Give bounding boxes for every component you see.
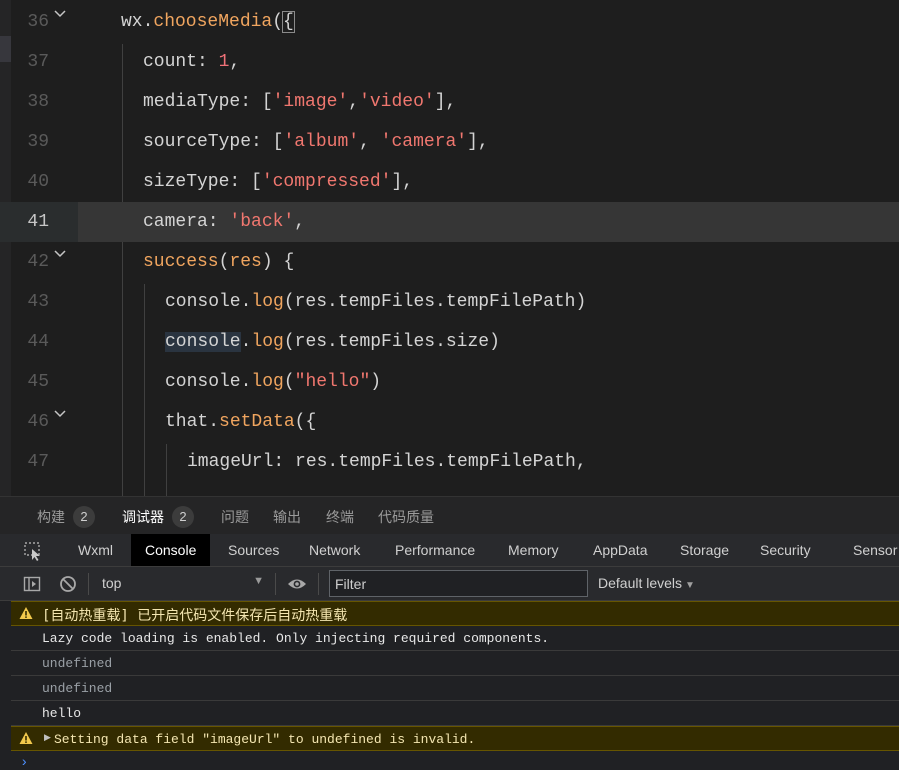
code-line-36[interactable]: 36 wx.chooseMedia({ bbox=[0, 2, 899, 42]
dropdown-caret-icon: ▼ bbox=[253, 575, 264, 587]
fold-chevron-icon[interactable] bbox=[52, 6, 68, 22]
fold-chevron-icon[interactable] bbox=[52, 246, 68, 262]
code-text: mediaType: ['image','video'], bbox=[143, 92, 457, 112]
tab-build[interactable]: 构建 2 bbox=[37, 506, 95, 529]
line-number: 36 bbox=[27, 12, 49, 32]
tab-badge: 2 bbox=[73, 506, 95, 529]
devtools-tab-storage[interactable]: Storage bbox=[666, 534, 743, 566]
code-text: console.log(res.tempFiles.tempFilePath) bbox=[165, 292, 587, 312]
code-line-39[interactable]: 39 sourceType: ['album', 'camera'], bbox=[0, 122, 899, 162]
devtools-tab-bar: Wxml Console Sources Network Performance… bbox=[0, 534, 899, 567]
line-number: 47 bbox=[27, 452, 49, 472]
clear-console-icon[interactable] bbox=[59, 575, 77, 598]
console-warning[interactable]: [自动热重载] 已开启代码文件保存后自动热重载 bbox=[11, 601, 899, 626]
devtools-tab-performance[interactable]: Performance bbox=[381, 534, 489, 566]
devtools-tab-wxml[interactable]: Wxml bbox=[64, 534, 127, 566]
line-number: 39 bbox=[27, 132, 49, 152]
tab-debugger[interactable]: 调试器 2 bbox=[122, 506, 194, 529]
console-warning[interactable]: ▶ Setting data field "imageUrl" to undef… bbox=[11, 726, 899, 751]
line-number: 43 bbox=[27, 292, 49, 312]
tab-output[interactable]: 输出 bbox=[273, 507, 301, 527]
code-text: imageUrl: res.tempFiles.tempFilePath, bbox=[187, 452, 587, 472]
code-text: sourceType: ['album', 'camera'], bbox=[143, 132, 489, 152]
toolbar-divider bbox=[88, 573, 89, 595]
code-line-43[interactable]: 43 console.log(res.tempFiles.tempFilePat… bbox=[0, 282, 899, 322]
eye-icon[interactable] bbox=[287, 576, 307, 597]
code-line-42[interactable]: 42 success(res) { bbox=[0, 242, 899, 282]
code-line-47[interactable]: 47 imageUrl: res.tempFiles.tempFilePath, bbox=[0, 442, 899, 482]
toolbar-divider bbox=[275, 573, 276, 595]
line-number: 46 bbox=[27, 412, 49, 432]
console-log[interactable]: hello bbox=[11, 701, 899, 726]
code-text: success(res) { bbox=[143, 252, 295, 272]
code-line-46[interactable]: 46 that.setData({ bbox=[0, 402, 899, 442]
code-line-40[interactable]: 40 sizeType: ['compressed'], bbox=[0, 162, 899, 202]
devtools-tab-sources[interactable]: Sources bbox=[214, 534, 293, 566]
filter-input[interactable] bbox=[329, 570, 588, 597]
code-text: camera: 'back', bbox=[143, 212, 306, 232]
tab-badge: 2 bbox=[172, 506, 194, 529]
console-log[interactable]: Lazy code loading is enabled. Only injec… bbox=[11, 626, 899, 651]
code-line-38[interactable]: 38 mediaType: ['image','video'], bbox=[0, 82, 899, 122]
inspect-element-icon[interactable] bbox=[20, 540, 44, 562]
warning-icon bbox=[19, 606, 33, 624]
console-result[interactable]: undefined bbox=[11, 651, 899, 676]
code-text: that.setData({ bbox=[165, 412, 317, 432]
tab-problems[interactable]: 问题 bbox=[221, 507, 249, 527]
console-output[interactable]: [自动热重载] 已开启代码文件保存后自动热重载 Lazy code loadin… bbox=[0, 601, 899, 770]
sidebar-toggle-icon[interactable] bbox=[23, 575, 41, 598]
log-levels-dropdown[interactable]: Default levels ▼ bbox=[598, 575, 695, 591]
devtools-tab-sensor[interactable]: Sensor bbox=[839, 534, 899, 566]
context-select[interactable]: top ▼ bbox=[92, 573, 268, 595]
code-text: console.log(res.tempFiles.size) bbox=[165, 332, 500, 352]
devtools-tab-appdata[interactable]: AppData bbox=[579, 534, 661, 566]
code-text: wx.chooseMedia({ bbox=[121, 11, 295, 33]
line-number: 42 bbox=[27, 252, 49, 272]
line-number: 44 bbox=[27, 332, 49, 352]
devtools-tab-console[interactable]: Console bbox=[131, 534, 211, 566]
fold-chevron-icon[interactable] bbox=[52, 406, 68, 422]
code-line-45[interactable]: 45 console.log("hello") bbox=[0, 362, 899, 402]
line-number: 37 bbox=[27, 52, 49, 72]
code-line-44[interactable]: 44 console.log(res.tempFiles.size) bbox=[0, 322, 899, 362]
dropdown-caret-icon: ▼ bbox=[685, 580, 695, 591]
console-toolbar: top ▼ Default levels▼ bbox=[0, 567, 899, 601]
line-number: 45 bbox=[27, 372, 49, 392]
devtools-tab-memory[interactable]: Memory bbox=[494, 534, 573, 566]
console-result[interactable]: undefined bbox=[11, 676, 899, 701]
code-text: count: 1, bbox=[143, 52, 241, 72]
code-line-41-active[interactable]: 41 camera: 'back', bbox=[0, 202, 899, 242]
code-line-37[interactable]: 37 count: 1, bbox=[0, 42, 899, 82]
warning-icon bbox=[19, 731, 33, 749]
devtools-tab-security[interactable]: Security bbox=[746, 534, 825, 566]
line-number: 41 bbox=[27, 212, 49, 232]
devtools-tab-network[interactable]: Network bbox=[295, 534, 374, 566]
tab-code-quality[interactable]: 代码质量 bbox=[378, 507, 434, 527]
expand-arrow-icon[interactable]: ▶ bbox=[44, 733, 51, 743]
tab-terminal[interactable]: 终端 bbox=[326, 507, 354, 527]
line-number: 40 bbox=[27, 172, 49, 192]
code-text: console.log("hello") bbox=[165, 372, 382, 392]
code-editor[interactable]: 36 wx.chooseMedia({ 37 count: 1, 38 medi… bbox=[0, 0, 899, 496]
bottom-panel-tabs: 构建 2 调试器 2 问题 输出 终端 代码质量 bbox=[0, 496, 899, 534]
code-text: sizeType: ['compressed'], bbox=[143, 172, 414, 192]
console-prompt-icon[interactable]: › bbox=[20, 755, 28, 770]
toolbar-divider bbox=[318, 573, 319, 595]
line-number: 38 bbox=[27, 92, 49, 112]
